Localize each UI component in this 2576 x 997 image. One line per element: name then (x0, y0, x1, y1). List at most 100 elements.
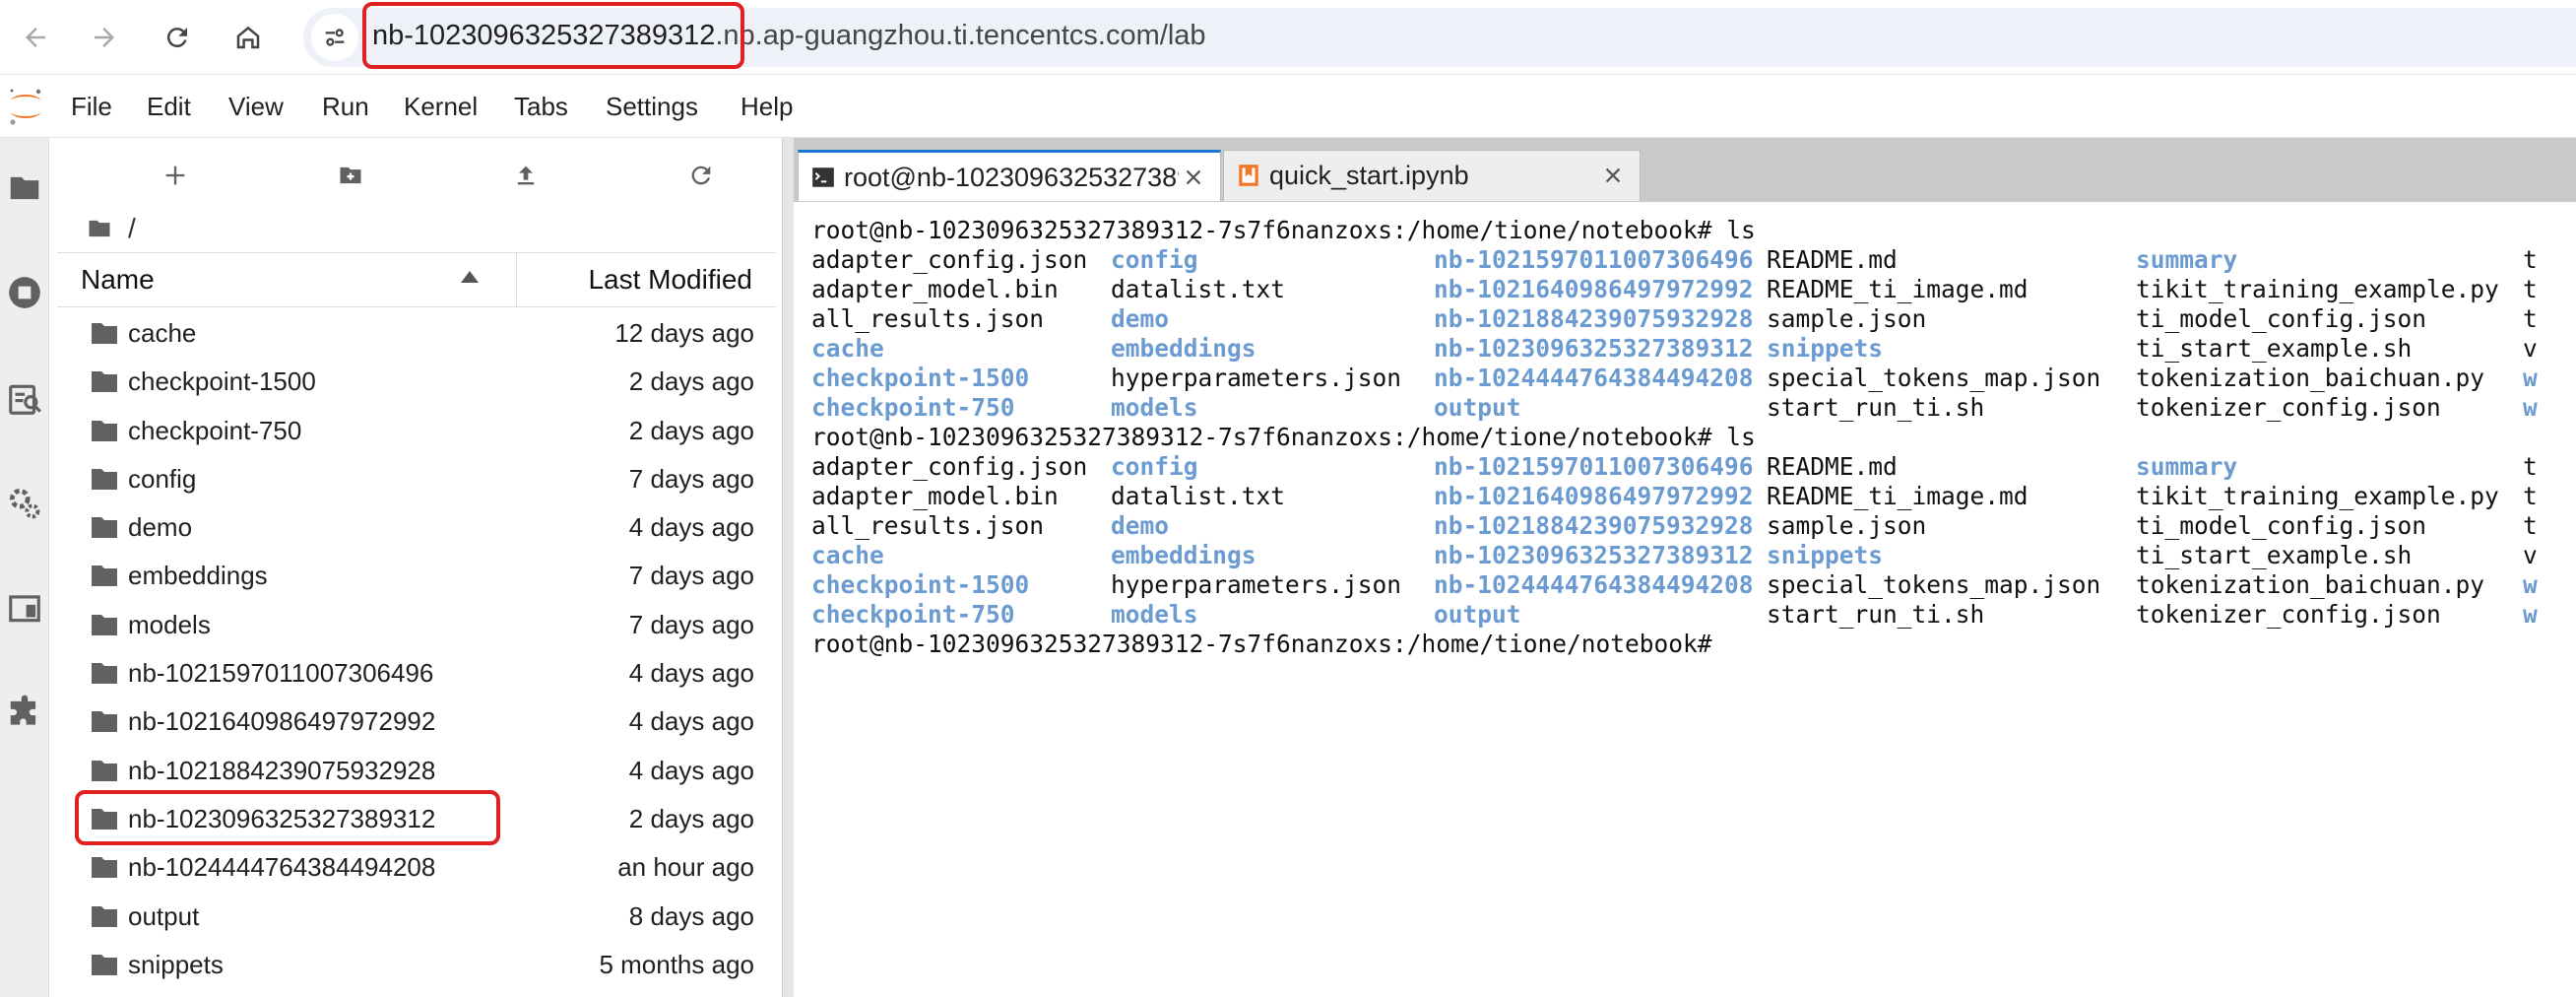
file-name: cache (128, 318, 197, 348)
file-list-item[interactable]: nb-1024444764384494208 an hour ago (57, 843, 776, 892)
notebook-icon (1239, 165, 1258, 186)
terminal-file-entry: hyperparameters.json (1111, 570, 1402, 599)
browser-toolbar: nb-1023096325327389312.nb.ap-guangzhou.t… (0, 0, 2576, 75)
terminal-dir-entry: cache (811, 334, 884, 363)
menu-help[interactable]: Help (741, 89, 793, 124)
terminal-dir-entry: cache (811, 541, 884, 569)
terminal-dir-entry: nb-1021597011007306496 (1434, 245, 1754, 274)
file-list-item[interactable]: models 7 days ago (57, 601, 776, 649)
file-list-item[interactable]: config 7 days ago (57, 455, 776, 503)
terminal-file-entry: special_tokens_map.json (1767, 364, 2101, 392)
terminal-file-entry: tokenization_baichuan.py (2136, 570, 2485, 599)
file-modified: 7 days ago (628, 463, 754, 494)
menu-kernel[interactable]: Kernel (404, 89, 478, 124)
jupyter-logo-icon (10, 89, 41, 125)
column-name-header[interactable]: Name (81, 253, 155, 306)
tabs-icon[interactable] (4, 587, 45, 629)
terminal-file-entry: ti_model_config.json (2136, 511, 2427, 540)
upload-icon[interactable] (502, 152, 549, 199)
site-info-icon[interactable] (311, 14, 358, 61)
file-list-item[interactable]: nb-1021597011007306496 4 days ago (57, 649, 776, 698)
menu-tabs[interactable]: Tabs (514, 89, 568, 124)
terminal-file-entry: README.md (1767, 452, 1898, 481)
terminal-dir-entry: config (1111, 452, 1198, 481)
extension-manager-icon[interactable] (4, 692, 45, 733)
file-name: models (128, 609, 211, 639)
file-modified: 4 days ago (628, 512, 754, 543)
terminal-file-entry: adapter_model.bin (811, 482, 1059, 510)
running-sessions-icon[interactable] (4, 272, 45, 313)
refresh-icon[interactable] (677, 152, 725, 199)
terminal-dir-entry: summary (2136, 245, 2238, 274)
file-list-item[interactable]: checkpoint-750 2 days ago (57, 407, 776, 455)
terminal-prompt: root@nb-1023096325327389312-7s7f6nanzoxs… (811, 423, 1712, 451)
file-name: nb-1021640986497972992 (128, 706, 436, 737)
new-folder-icon[interactable] (327, 152, 374, 199)
url-text[interactable]: nb-1023096325327389312.nb.ap-guangzhou.t… (372, 16, 1206, 55)
file-list-item[interactable]: nb-1021640986497972992 4 days ago (57, 698, 776, 746)
terminal-file-entry: v (2523, 541, 2538, 569)
column-divider[interactable] (516, 253, 517, 306)
terminal-file-entry: start_run_ti.sh (1767, 393, 1985, 422)
file-list-item[interactable]: nb-1021884239075932928 4 days ago (57, 747, 776, 795)
terminal-file-entry: sample.json (1767, 304, 1927, 333)
menu-edit[interactable]: Edit (147, 89, 191, 124)
file-name: nb-1021884239075932928 (128, 755, 436, 785)
back-arrow-icon[interactable] (10, 12, 61, 63)
terminal-dir-entry: checkpoint-750 (811, 393, 1015, 422)
terminal-file-entry: sample.json (1767, 511, 1927, 540)
folder-icon[interactable] (4, 167, 45, 209)
property-inspector-icon[interactable] (4, 483, 45, 524)
menu-view[interactable]: View (228, 89, 284, 124)
terminal-dir-entry: nb-1021640986497972992 (1434, 275, 1754, 303)
table-of-contents-icon[interactable] (4, 378, 45, 420)
file-list-item[interactable]: snippets 5 months ago (57, 941, 776, 989)
file-modified: 8 days ago (628, 900, 754, 931)
tab-terminal[interactable]: root@nb-1023096325327389312-7s7f6nanzoxs (798, 150, 1221, 201)
panel-splitter[interactable] (782, 138, 794, 997)
tab-bar: root@nb-1023096325327389312-7s7f6nanzoxs… (794, 138, 2576, 201)
file-list-item[interactable]: cache 12 days ago (57, 309, 776, 358)
file-list-item[interactable]: nb-1023096325327389312 2 days ago (57, 795, 776, 843)
terminal-dir-entry: checkpoint-750 (811, 600, 1015, 629)
menu-settings[interactable]: Settings (606, 89, 698, 124)
terminal-file-entry: tokenization_baichuan.py (2136, 364, 2485, 392)
folder-icon (92, 323, 117, 344)
tab-notebook-close-icon[interactable] (1600, 163, 1626, 188)
menu-run[interactable]: Run (322, 89, 369, 124)
file-list-item[interactable]: embeddings 7 days ago (57, 552, 776, 600)
terminal-dir-entry: output (1434, 600, 1521, 629)
folder-icon (92, 371, 117, 393)
breadcrumb-home-folder-icon[interactable] (85, 215, 114, 242)
file-list-item[interactable]: checkpoint-1500 2 days ago (57, 358, 776, 406)
activity-bar (0, 138, 49, 997)
file-list-item[interactable]: demo 4 days ago (57, 503, 776, 552)
column-last-modified-header[interactable]: Last Modified (588, 253, 752, 306)
terminal-file-entry: adapter_model.bin (811, 275, 1059, 303)
file-modified: 5 months ago (599, 949, 754, 979)
breadcrumb-root[interactable]: / (128, 213, 136, 244)
file-list: cache 12 days ago checkpoint-1500 2 days ag… (57, 309, 776, 989)
forward-arrow-icon[interactable] (79, 12, 130, 63)
terminal-dir-entry: nb-1023096325327389312 (1434, 334, 1754, 363)
tab-terminal-label: root@nb-1023096325327389312-7s7f6nanzoxs (844, 163, 1179, 192)
new-launcher-icon[interactable] (152, 152, 199, 199)
file-list-item[interactable]: output 8 days ago (57, 893, 776, 941)
file-list-header: Name Last Modified (57, 252, 776, 307)
reload-icon[interactable] (152, 12, 203, 63)
terminal-command: ls (1726, 423, 1756, 451)
tab-notebook[interactable]: quick_start.ipynb (1223, 150, 1641, 201)
file-name: demo (128, 512, 193, 543)
file-name: nb-1021597011007306496 (128, 658, 434, 689)
menu-file[interactable]: File (71, 89, 112, 124)
file-modified: 2 days ago (628, 366, 754, 397)
terminal-file-entry: datalist.txt (1111, 275, 1286, 303)
terminal-dir-entry: nb-1021640986497972992 (1434, 482, 1754, 510)
terminal-file-entry: t (2523, 275, 2538, 303)
home-icon[interactable] (223, 12, 274, 63)
file-modified: 7 days ago (628, 609, 754, 639)
file-modified: 4 days ago (628, 706, 754, 737)
terminal-output[interactable]: root@nb-1023096325327389312-7s7f6nanzoxs… (794, 201, 2576, 997)
sort-ascending-icon[interactable] (461, 271, 479, 283)
tab-terminal-close-icon[interactable] (1181, 165, 1206, 190)
